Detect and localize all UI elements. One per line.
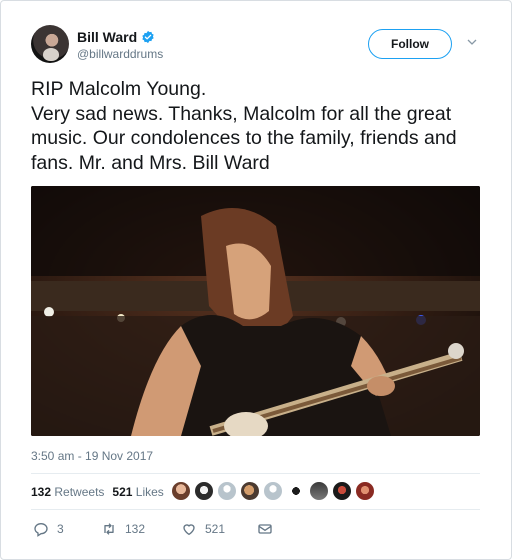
liker-avatar[interactable] <box>355 481 375 501</box>
direct-message-icon <box>258 524 272 534</box>
divider <box>31 473 480 474</box>
retweets-stat[interactable]: 132 Retweets <box>31 485 104 499</box>
liker-avatar[interactable] <box>309 481 329 501</box>
heart-icon <box>183 524 195 536</box>
retweets-label: Retweets <box>54 485 105 499</box>
liker-avatar[interactable] <box>217 481 237 501</box>
message-button[interactable] <box>257 521 273 537</box>
chevron-down-icon[interactable] <box>467 37 477 47</box>
likes-label: Likes <box>135 485 164 499</box>
liker-avatar[interactable] <box>286 481 306 501</box>
verified-badge-icon <box>142 30 154 44</box>
display-name[interactable]: Bill Ward <box>77 29 137 45</box>
reply-count: 3 <box>57 522 64 536</box>
tweet-timestamp[interactable]: 3:50 am - 19 Nov 2017 <box>31 449 153 463</box>
avatar[interactable] <box>31 25 69 63</box>
like-button[interactable]: 521 <box>181 521 257 537</box>
retweet-button[interactable]: 132 <box>101 521 181 537</box>
retweet-count: 132 <box>125 522 146 536</box>
user-handle[interactable]: @billwarddrums <box>77 47 163 61</box>
retweets-count: 132 <box>31 485 52 499</box>
tweet-text: RIP Malcolm Young. Very sad news. Thanks… <box>31 78 457 174</box>
divider <box>31 509 480 510</box>
reply-icon <box>34 522 48 537</box>
likes-count: 521 <box>112 485 133 499</box>
liker-avatar[interactable] <box>194 481 214 501</box>
like-count: 521 <box>205 522 226 536</box>
tweet-photo[interactable] <box>31 186 480 436</box>
author-name-row[interactable]: Bill Ward <box>77 29 155 45</box>
liker-avatar[interactable] <box>263 481 283 501</box>
retweet-icon <box>104 523 114 535</box>
liker-avatars <box>171 481 375 501</box>
tweet-card: Bill Ward @billwarddrums Follow RIP Malc… <box>0 0 512 560</box>
follow-button[interactable]: Follow <box>368 29 452 59</box>
liker-avatar[interactable] <box>171 481 191 501</box>
reply-button[interactable]: 3 <box>33 521 101 537</box>
likes-stat[interactable]: 521 Likes <box>112 485 163 499</box>
engagement-stats: 132 Retweets 521 Likes <box>31 485 164 499</box>
liker-avatar[interactable] <box>332 481 352 501</box>
liker-avatar[interactable] <box>240 481 260 501</box>
tweet-actions: 3 132 521 <box>33 521 273 537</box>
guitarist-photo <box>31 186 480 436</box>
